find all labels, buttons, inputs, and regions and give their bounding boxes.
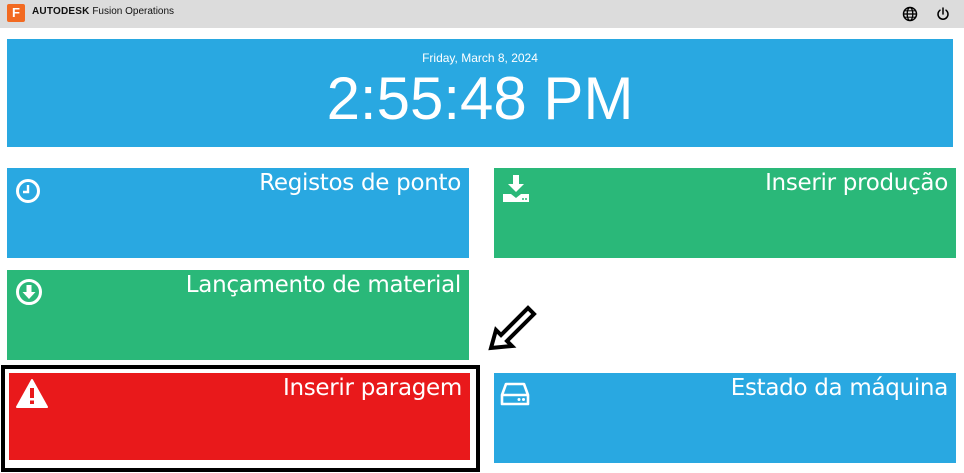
brand-name: Fusion Operations [92,6,175,17]
tile-label: Inserir produção [765,170,948,196]
tile-inserir-paragem[interactable]: Inserir paragem [9,373,470,460]
globe-icon[interactable] [902,6,918,22]
tile-label: Estado da máquina [730,375,949,401]
power-icon[interactable] [935,6,951,22]
arrow-down-circle-icon [16,279,42,305]
current-date: Friday, March 8, 2024 [422,51,538,65]
top-bar: F AUTODESK Fusion Operations [0,0,964,28]
brand-title: AUTODESK Fusion Operations [32,6,174,17]
tile-label: Lançamento de material [185,272,462,298]
tile-label: Registos de ponto [259,170,461,196]
warning-icon [16,379,48,408]
hard-drive-icon [500,382,530,406]
tile-estado-da-maquina[interactable]: Estado da máquina [494,373,956,463]
tile-lancamento-de-material[interactable]: Lançamento de material [7,270,469,360]
tile-registos-de-ponto[interactable]: Registos de ponto [7,168,469,258]
tile-inserir-producao[interactable]: Inserir produção [494,168,956,258]
tile-label: Inserir paragem [282,375,462,401]
brand-bold: AUTODESK [32,6,90,17]
download-tray-icon [503,175,529,202]
clock-panel: Friday, March 8, 2024 2:55:48 PM [7,39,953,147]
pointer-arrow-icon [488,305,537,351]
app-logo: F [7,4,25,22]
current-time: 2:55:48 PM [326,65,634,132]
clock-icon [16,179,40,203]
